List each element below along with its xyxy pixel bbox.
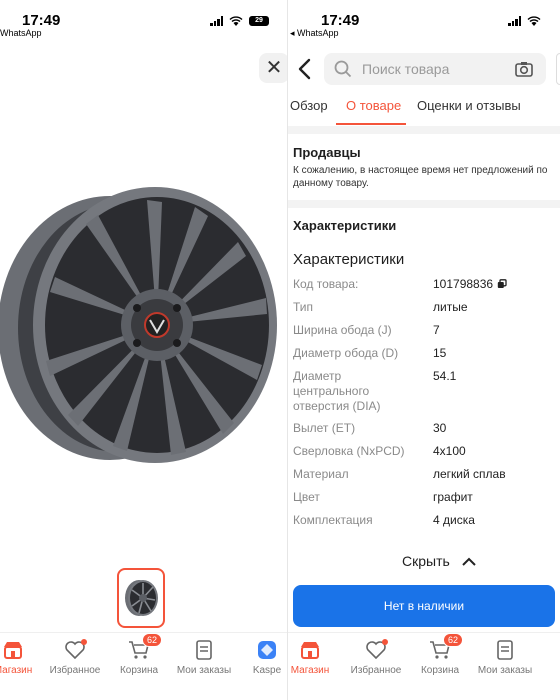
spec-value: литые [433, 300, 468, 314]
status-icons [508, 16, 541, 26]
signal-icon [508, 16, 521, 26]
characteristics-subtitle: Характеристики [293, 251, 405, 268]
favorites-dot [382, 639, 388, 645]
favorites-dot [81, 639, 87, 645]
status-time: 17:49 [321, 12, 360, 29]
back-arrow-icon[interactable] [296, 58, 314, 80]
wheel-image [0, 187, 277, 463]
active-tab-indicator [336, 123, 406, 125]
product-code: 101798836 [433, 277, 494, 291]
characteristics-section-title: Характеристики [293, 218, 397, 233]
heart-icon [40, 639, 110, 661]
nav-favorites[interactable]: Избранное [40, 639, 110, 676]
spec-label: Ширина обода (J) [293, 323, 392, 337]
spec-label: Материал [293, 467, 349, 481]
nav-shop-label: Магазин [290, 665, 330, 676]
sellers-title: Продавцы [293, 145, 361, 160]
spec-value: графит [433, 490, 473, 504]
section-separator [288, 126, 560, 134]
product-details-pane: 17:49 ◂ WhatsApp Поиск товара Обзор О то… [288, 0, 560, 700]
spec-label: Сверловка (NxPCD) [293, 444, 405, 458]
spec-value: 15 [433, 346, 447, 360]
nav-kaspi-label: Kaspe [252, 665, 282, 676]
nav-orders[interactable]: Мои заказы [169, 639, 239, 676]
spec-label: Код товара: [293, 277, 359, 291]
tab-overview[interactable]: Обзор [290, 98, 328, 113]
wifi-icon [527, 16, 541, 26]
chevron-up-icon [462, 557, 476, 566]
spec-value: 54.1 [433, 369, 457, 383]
bottom-nav: Магазин Избранное 62 Корзина Мои заказы … [0, 632, 288, 700]
kaspi-icon [232, 639, 288, 661]
nav-favorites-label: Избранное [350, 665, 402, 676]
cart-icon: 62 [104, 633, 174, 661]
spec-label: Диаметр обода (D) [293, 346, 399, 360]
shop-icon [288, 639, 345, 661]
tab-bar: Обзор О товаре Оценки и отзывы [288, 92, 560, 126]
status-back-app[interactable]: ◂ WhatsApp [290, 28, 339, 39]
cart-badge: 62 [142, 633, 163, 647]
signal-icon [210, 16, 223, 26]
close-icon: ✕ [265, 57, 283, 79]
camera-search-icon[interactable] [514, 59, 534, 79]
cart-icon: 62 [405, 633, 475, 661]
spec-label: Диаметр центрального отверстия (DIA) [293, 369, 381, 413]
tab-reviews[interactable]: Оценки и отзывы [417, 98, 521, 113]
hide-characteristics-button[interactable]: Скрыть [402, 553, 476, 569]
orders-icon [470, 639, 540, 661]
nav-cart[interactable]: 62 Корзина [405, 633, 475, 676]
nav-orders[interactable]: Мои заказы [470, 639, 540, 676]
menu-button-edge[interactable] [556, 53, 560, 85]
nav-orders-label: Мои заказы [477, 665, 533, 676]
nav-cart-label: Корзина [420, 665, 460, 676]
spec-label: Тип [293, 300, 314, 314]
hide-label: Скрыть [402, 553, 450, 569]
spec-value: 101798836 [433, 277, 507, 292]
gallery-thumbnail[interactable] [117, 568, 165, 628]
sellers-message: К сожалению, в настоящее время нет предл… [293, 165, 548, 189]
section-separator [288, 200, 560, 208]
cart-badge: 62 [443, 633, 464, 647]
copy-icon[interactable] [497, 279, 507, 289]
spec-label: Комплектация [293, 513, 373, 527]
status-time: 17:49 [22, 12, 61, 29]
spec-label: Вылет (ET) [293, 421, 356, 435]
orders-icon [169, 639, 239, 661]
nav-kaspi[interactable]: Kaspe [232, 639, 288, 676]
gallery-pane: 17:49 WhatsApp 29 ✕ агазин Избранное 62 … [0, 0, 288, 700]
spec-value: легкий сплав [433, 467, 506, 481]
search-icon [334, 60, 352, 78]
availability-button[interactable]: Нет в наличии [293, 585, 555, 627]
nav-cart[interactable]: 62 Корзина [104, 633, 174, 676]
wifi-icon [229, 16, 243, 26]
spec-value: 4 диска [433, 513, 475, 527]
nav-cart-label: Корзина [119, 665, 159, 676]
status-back-app[interactable]: WhatsApp [0, 28, 42, 38]
battery-icon: 29 [249, 16, 269, 26]
search-placeholder: Поиск товара [362, 61, 450, 77]
nav-favorites[interactable]: Избранное [341, 639, 411, 676]
spec-value: 30 [433, 421, 447, 435]
nav-orders-label: Мои заказы [176, 665, 232, 676]
tab-about-product[interactable]: О товаре [346, 98, 401, 113]
spec-value: 7 [433, 323, 440, 337]
nav-shop[interactable]: Магазин [288, 639, 345, 676]
spec-label: Цвет [293, 490, 320, 504]
search-input[interactable]: Поиск товара [324, 53, 546, 85]
bottom-nav: Магазин Избранное 62 Корзина Мои заказы [288, 632, 560, 700]
heart-icon [341, 639, 411, 661]
spec-value: 4x100 [433, 444, 466, 458]
close-button[interactable]: ✕ [259, 53, 288, 83]
nav-favorites-label: Избранное [49, 665, 101, 676]
status-icons: 29 [210, 16, 269, 26]
wheel-thumbnail-image [125, 580, 158, 616]
